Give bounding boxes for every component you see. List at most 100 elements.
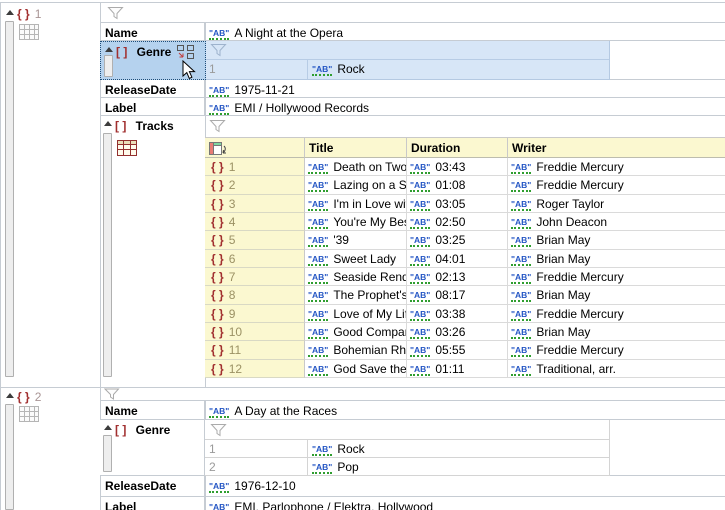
track-duration-cell[interactable]: 02:13	[407, 268, 508, 286]
track-row-header[interactable]: { }10	[205, 323, 305, 341]
tracks-extent-scrollbar[interactable]	[103, 133, 112, 377]
key-label: Label	[105, 101, 136, 115]
tracks-table-view-icon[interactable]	[117, 140, 137, 159]
key-cell-label[interactable]: Label	[100, 497, 205, 510]
track-duration-cell[interactable]: 03:38	[407, 305, 508, 323]
value-cell-releasedate[interactable]: 1975-11-21	[205, 80, 725, 98]
collapse-triangle-record1[interactable]	[6, 10, 14, 15]
track-row-header[interactable]: { }2	[205, 176, 305, 194]
genre2-extent-scrollbar[interactable]	[103, 435, 112, 472]
filter-funnel-icon[interactable]	[209, 119, 226, 136]
track-writer-cell[interactable]: Brian May	[508, 286, 725, 304]
genre-index-cell[interactable]: 1	[205, 440, 308, 457]
track-writer-cell[interactable]: Roger Taylor	[508, 195, 725, 213]
string-type-icon	[308, 291, 328, 302]
track-duration-cell[interactable]: 03:43	[407, 158, 508, 176]
track-writer-cell[interactable]: Traditional, arr.	[508, 360, 725, 378]
track-duration-cell[interactable]: 03:05	[407, 195, 508, 213]
record1-extent-scrollbar[interactable]	[5, 21, 14, 377]
genre-value-cell[interactable]: Pop	[308, 458, 359, 475]
track-duration-cell[interactable]: 04:01	[407, 250, 508, 268]
track-title-cell[interactable]: '39	[305, 231, 407, 249]
track-writer-cell[interactable]: Brian May	[508, 231, 725, 249]
track-row-header[interactable]: { }1	[205, 158, 305, 176]
track-title-cell[interactable]: Death on Two Le	[305, 158, 407, 176]
track-duration-cell[interactable]: 08:17	[407, 286, 508, 304]
track-row-header[interactable]: { }4	[205, 213, 305, 231]
track-title-cell[interactable]: Lazing on a Sun	[305, 176, 407, 194]
value-cell-name[interactable]: A Night at the Opera	[205, 23, 725, 41]
track-duration-cell[interactable]: 03:26	[407, 323, 508, 341]
transpose-table-icon[interactable]	[209, 145, 228, 158]
value-cell-label[interactable]: EMI / Hollywood Records	[205, 98, 725, 116]
track-writer-cell[interactable]: Freddie Mercury	[508, 158, 725, 176]
track-title-cell[interactable]: The Prophet's S	[305, 286, 407, 304]
track-writer-cell[interactable]: Brian May	[508, 323, 725, 341]
value-cell-releasedate[interactable]: 1976-12-10	[205, 476, 725, 497]
track-writer-cell[interactable]: Freddie Mercury	[508, 341, 725, 359]
track-duration-cell[interactable]: 03:25	[407, 231, 508, 249]
table-view-icon[interactable]	[19, 24, 39, 43]
genre-value-cell[interactable]: Rock	[308, 60, 365, 79]
filter-funnel-icon[interactable]	[210, 46, 227, 60]
track-row-header[interactable]: { }9	[205, 305, 305, 323]
collapse-triangle-record2[interactable]	[6, 393, 14, 398]
key-cell-label[interactable]: Label	[100, 98, 205, 116]
genre-value-cell[interactable]: Rock	[308, 440, 365, 457]
grid-left-border	[0, 2, 1, 510]
filter-funnel-icon[interactable]	[107, 6, 124, 23]
value-cell-name[interactable]: A Day at the Races	[205, 401, 725, 420]
genre1-extent-scrollbar[interactable]	[104, 55, 113, 77]
track-writer-cell[interactable]: Freddie Mercury	[508, 176, 725, 194]
genre-filter-row	[205, 420, 609, 440]
track-row-header[interactable]: { }7	[205, 268, 305, 286]
record2-filter-bar	[100, 388, 725, 401]
track-writer-cell[interactable]: John Deacon	[508, 213, 725, 231]
genre-index-cell[interactable]: 1	[205, 60, 308, 79]
tracks-corner-header[interactable]	[205, 138, 305, 158]
genre-node-cell[interactable]: [ ] Genre	[100, 420, 205, 476]
track-title-cell[interactable]: Good Company	[305, 323, 407, 341]
track-duration-cell[interactable]: 02:50	[407, 213, 508, 231]
key-cell-name[interactable]: Name	[100, 401, 205, 420]
track-title-cell[interactable]: Sweet Lady	[305, 250, 407, 268]
track-duration-cell[interactable]: 01:11	[407, 360, 508, 378]
track-title-cell[interactable]: You're My Best Fr	[305, 213, 407, 231]
track-duration-cell[interactable]: 05:55	[407, 341, 508, 359]
string-type-icon	[308, 181, 328, 192]
track-title-cell[interactable]: Bohemian Rhap	[305, 341, 407, 359]
table-view-icon[interactable]	[19, 406, 39, 425]
value-cell-label[interactable]: EMI, Parlophone / Elektra, Hollywood	[205, 497, 725, 510]
track-row-header[interactable]: { }3	[205, 195, 305, 213]
record2-extent-scrollbar[interactable]	[5, 404, 14, 510]
column-header-title[interactable]: Title	[305, 138, 407, 158]
key-cell-releasedate[interactable]: ReleaseDate	[100, 476, 205, 497]
track-writer-cell[interactable]: Freddie Mercury	[508, 268, 725, 286]
track-title-cell[interactable]: Seaside Rendezv	[305, 268, 407, 286]
track-title-cell[interactable]: Love of My Life	[305, 305, 407, 323]
track-title-cell[interactable]: I'm in Love with	[305, 195, 407, 213]
track-title-cell[interactable]: God Save the Q	[305, 360, 407, 378]
filter-funnel-icon[interactable]	[104, 388, 120, 403]
collapse-triangle-tracks[interactable]	[104, 121, 112, 126]
track-row-header[interactable]: { }8	[205, 286, 305, 304]
collapse-triangle-genre2[interactable]	[104, 425, 112, 430]
value-text: A Night at the Opera	[234, 26, 343, 40]
column-header-duration[interactable]: Duration	[407, 138, 508, 158]
track-row-header[interactable]: { }6	[205, 250, 305, 268]
column-header-writer[interactable]: Writer	[508, 138, 725, 158]
string-type-icon	[511, 273, 531, 284]
genre-index-cell[interactable]: 2	[205, 458, 308, 475]
track-writer-cell[interactable]: Brian May	[508, 250, 725, 268]
track-duration-cell[interactable]: 01:08	[407, 176, 508, 194]
track-row-header[interactable]: { }5	[205, 231, 305, 249]
track-row-header[interactable]: { }11	[205, 341, 305, 359]
record1-node-label[interactable]: { }1	[17, 7, 41, 21]
filter-funnel-icon[interactable]	[210, 426, 227, 440]
tracks-node-label[interactable]: [ ] Tracks	[115, 119, 174, 133]
key-cell-name[interactable]: Name	[100, 23, 205, 41]
track-row-header[interactable]: { }12	[205, 360, 305, 378]
record2-node-label[interactable]: { }2	[17, 390, 41, 404]
collapse-triangle-genre1[interactable]	[105, 47, 113, 52]
track-writer-cell[interactable]: Freddie Mercury	[508, 305, 725, 323]
